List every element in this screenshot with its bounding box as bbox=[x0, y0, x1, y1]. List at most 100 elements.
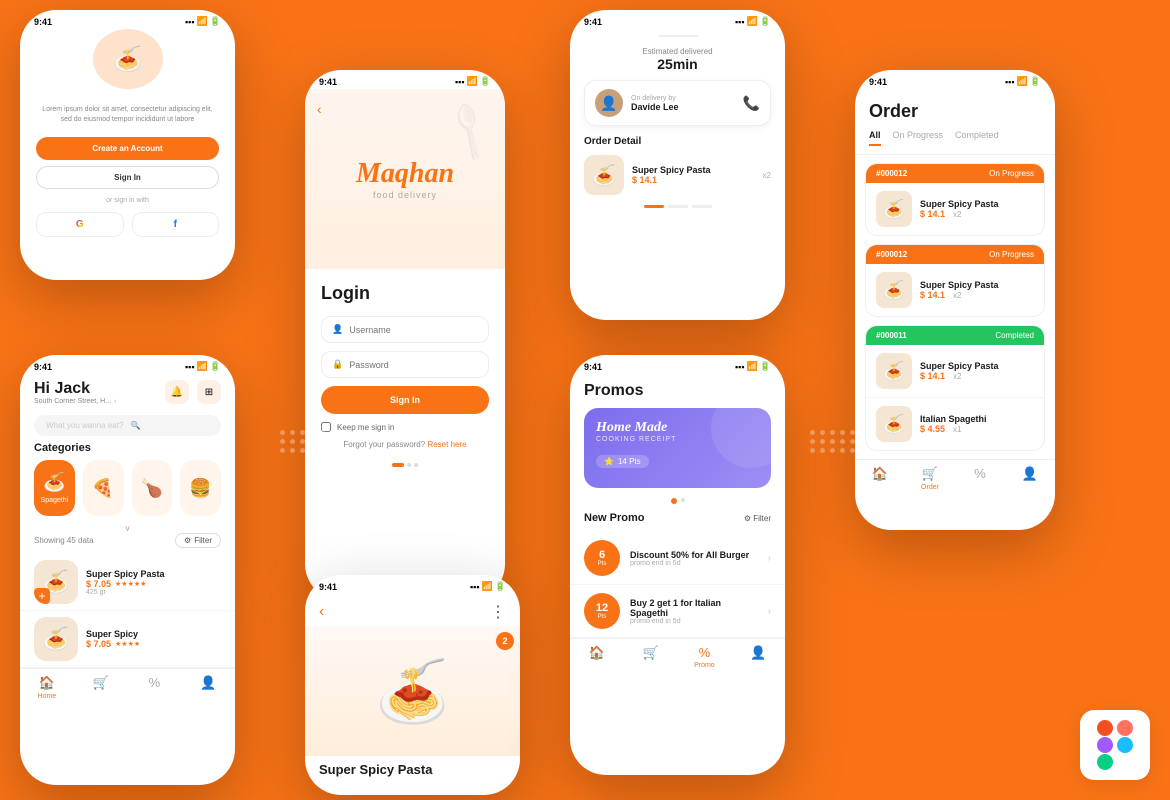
order-qty-3b: x1 bbox=[953, 425, 961, 434]
call-icon[interactable]: 📞 bbox=[743, 95, 760, 112]
lock-icon: 🔒 bbox=[332, 359, 343, 370]
promos-nav-profile[interactable]: 👤 bbox=[731, 645, 785, 669]
category-chicken[interactable]: 🍗 bbox=[132, 460, 173, 516]
order-food-qty: x2 bbox=[763, 171, 771, 180]
order-card-body-3a: 🍝 Super Spicy Pasta $ 14.1 x2 bbox=[866, 345, 1044, 397]
order-price-1: $ 14.1 bbox=[920, 209, 945, 219]
signin-button[interactable]: Sign In bbox=[36, 166, 219, 189]
chicken-icon: 🍗 bbox=[141, 478, 163, 499]
order-card-2[interactable]: #000012 On Progress 🍝 Super Spicy Pasta … bbox=[865, 244, 1045, 317]
nav-cart[interactable]: 🛒 bbox=[74, 675, 128, 700]
promo-item-1[interactable]: 6 Pts Discount 50% for All Burger promo … bbox=[570, 532, 785, 585]
facebook-signin-button[interactable]: f bbox=[132, 212, 220, 237]
categories-label: Categories bbox=[20, 442, 235, 454]
nav-profile[interactable]: 👤 bbox=[181, 675, 235, 700]
promos-nav-promo[interactable]: % Promo bbox=[678, 645, 732, 669]
orders-title: Order bbox=[855, 89, 1055, 130]
orders-tab-progress[interactable]: On Progress bbox=[893, 130, 944, 146]
order-name-1: Super Spicy Pasta bbox=[920, 199, 1034, 209]
category-burger[interactable]: 🍔 bbox=[180, 460, 221, 516]
order-name-3a: Super Spicy Pasta bbox=[920, 361, 1034, 371]
cart-badge[interactable]: 2 bbox=[496, 632, 514, 650]
brand-name: Maqhan bbox=[356, 158, 454, 190]
promo-banner[interactable]: Home Made COOKING RECEIPT ⭐ 14 Pts bbox=[584, 408, 771, 488]
google-signin-button[interactable]: G bbox=[36, 212, 124, 237]
food-stars-1: ★★★★★ bbox=[115, 580, 146, 588]
chevron-down-icon: ∨ bbox=[20, 524, 235, 533]
username-field[interactable]: 👤 bbox=[321, 316, 489, 343]
orders-nav-home[interactable]: 🏠 bbox=[855, 466, 905, 491]
orders-nav-profile[interactable]: 👤 bbox=[1005, 466, 1055, 491]
menu-button[interactable]: ⊞ bbox=[197, 380, 221, 404]
home-action-icons: 🔔 ⊞ bbox=[165, 380, 221, 404]
filter-button[interactable]: ⚙ Filter bbox=[175, 533, 221, 548]
reset-link[interactable]: Reset here bbox=[427, 440, 466, 449]
prog-bar-3 bbox=[692, 205, 712, 208]
back-arrow-food-icon[interactable]: ‹ bbox=[319, 603, 324, 621]
order-qty-3a: x2 bbox=[953, 372, 961, 381]
more-options-icon[interactable]: ⋮ bbox=[490, 602, 506, 622]
order-price-3a: $ 14.1 bbox=[920, 371, 945, 381]
nav-home[interactable]: 🏠 Home bbox=[20, 675, 74, 700]
order-card-header-3: #000011 Completed bbox=[866, 326, 1044, 345]
food-item-2[interactable]: 🍝 Super Spicy $ 7.05 ★★★★ bbox=[20, 611, 235, 668]
facebook-icon: f bbox=[174, 219, 177, 230]
nav-promo[interactable]: % bbox=[128, 675, 182, 700]
profile-nav-icon: 👤 bbox=[750, 645, 766, 661]
food-name-1: Super Spicy Pasta bbox=[86, 569, 221, 579]
login-signin-button[interactable]: Sign In bbox=[321, 386, 489, 414]
notification-button[interactable]: 🔔 bbox=[165, 380, 189, 404]
food-detail-header: ‹ ⋮ bbox=[305, 594, 520, 626]
search-bar[interactable]: What you wanna eat? 🔍 bbox=[34, 415, 221, 436]
password-input[interactable] bbox=[349, 360, 478, 370]
order-food-thumb: 🍝 bbox=[584, 155, 624, 195]
food-price-1: $ 7.05 bbox=[86, 579, 111, 589]
order-card-body-3b: 🍝 Italian Spagethi $ 4.55 x1 bbox=[866, 397, 1044, 450]
progress-bars bbox=[584, 205, 771, 208]
order-detail-content: Estimated delivered 25min 👤 On delivery … bbox=[570, 37, 785, 218]
food-detail-name: Super Spicy Pasta bbox=[305, 756, 520, 779]
promos-nav-home[interactable]: 🏠 bbox=[570, 645, 624, 669]
food-name-2: Super Spicy bbox=[86, 629, 221, 639]
promo-slide-dots bbox=[570, 498, 785, 504]
add-food-button-1[interactable]: + bbox=[34, 588, 50, 604]
home-bottom-nav: 🏠 Home 🛒 % 👤 bbox=[20, 668, 235, 704]
orders-profile-icon: 👤 bbox=[1022, 466, 1038, 482]
orders-tabs: All On Progress Completed bbox=[855, 130, 1055, 155]
signin-hero-image: 🍝 bbox=[93, 29, 163, 89]
order-qty-2: x2 bbox=[953, 291, 961, 300]
order-card-header-1: #000012 On Progress bbox=[866, 164, 1044, 183]
estimated-time: 25min bbox=[584, 56, 771, 72]
promo-title-2: Buy 2 get 1 for Italian Spagethi bbox=[630, 598, 758, 618]
new-promo-label: New Promo bbox=[584, 512, 645, 524]
orders-nav-order[interactable]: 🛒 Order bbox=[905, 466, 955, 491]
order-card-3[interactable]: #000011 Completed 🍝 Super Spicy Pasta $ … bbox=[865, 325, 1045, 451]
phone-promos: 9:41 ▪▪▪ 📶 🔋 Promos Home Made COOKING RE… bbox=[570, 355, 785, 775]
home-nav-icon: 🏠 bbox=[589, 645, 605, 661]
orders-tab-all[interactable]: All bbox=[869, 130, 881, 146]
dot-2 bbox=[407, 463, 411, 467]
profile-icon: 👤 bbox=[200, 675, 216, 691]
home-icon: 🏠 bbox=[39, 675, 55, 691]
food-info-2: Super Spicy $ 7.05 ★★★★ bbox=[86, 629, 221, 649]
promo-info-2: Buy 2 get 1 for Italian Spagethi promo e… bbox=[630, 598, 758, 625]
order-info-1: Super Spicy Pasta $ 14.1 x2 bbox=[920, 199, 1034, 219]
password-field[interactable]: 🔒 bbox=[321, 351, 489, 378]
order-num-1: #000012 bbox=[876, 169, 907, 178]
order-card-1[interactable]: #000012 On Progress 🍝 Super Spicy Pasta … bbox=[865, 163, 1045, 236]
username-input[interactable] bbox=[349, 325, 478, 335]
category-pizza[interactable]: 🍕 bbox=[83, 460, 124, 516]
create-account-button[interactable]: Create an Account bbox=[36, 137, 219, 160]
food-item-1[interactable]: 🍝 + Super Spicy Pasta $ 7.05 ★★★★★ 425 g… bbox=[20, 554, 235, 611]
back-arrow-icon[interactable]: ‹ bbox=[317, 101, 322, 117]
promos-nav-cart[interactable]: 🛒 bbox=[624, 645, 678, 669]
promo-item-2[interactable]: 12 Pts Buy 2 get 1 for Italian Spagethi … bbox=[570, 585, 785, 638]
orders-tab-completed[interactable]: Completed bbox=[955, 130, 999, 146]
promo-pts: ⭐ 14 Pts bbox=[596, 455, 649, 468]
filter-icon[interactable]: ⚙ Filter bbox=[744, 514, 771, 523]
cart-icon: 🛒 bbox=[93, 675, 109, 691]
orders-nav-promo[interactable]: % bbox=[955, 466, 1005, 491]
login-hero: ‹ 🥄 Maqhan food delivery bbox=[305, 89, 505, 269]
category-spagethi[interactable]: 🍝 Spagethi bbox=[34, 460, 75, 516]
order-info-2: Super Spicy Pasta $ 14.1 x2 bbox=[920, 280, 1034, 300]
